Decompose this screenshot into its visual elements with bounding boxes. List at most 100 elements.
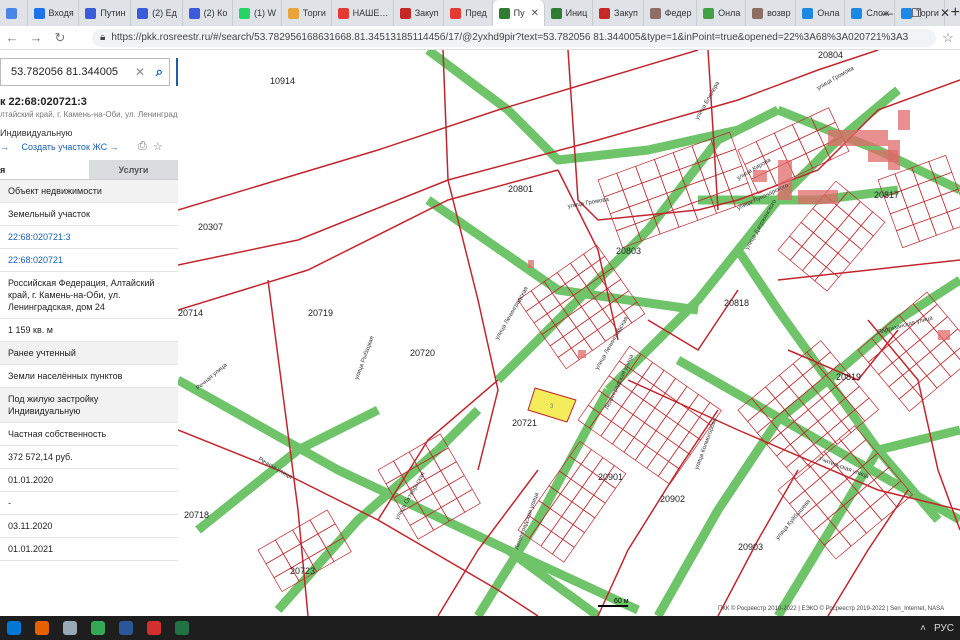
attribute-row: 1 159 кв. м [0,319,178,342]
search-icon[interactable]: ⌕ [156,64,163,80]
attribute-row: Объект недвижимости [0,180,178,203]
parcel-outline [656,438,680,462]
parcel-outline [632,399,656,424]
browser-tab-label: Входя [48,8,74,18]
parcel-outline [549,336,572,358]
attribute-row[interactable]: 22:68:020721:3 [0,226,178,249]
windows-app[interactable] [0,616,28,640]
browser-tab[interactable]: Иниц [545,0,594,26]
word-app[interactable] [112,616,140,640]
quarter-label: 20901 [598,472,623,482]
parcel-outline [926,363,952,389]
clear-icon[interactable]: ✕ [135,65,145,79]
street-band [876,425,960,455]
parcel-outline [550,516,574,540]
attribute-row: Частная собственность [0,423,178,446]
firefox-app[interactable] [28,616,56,640]
parcel-outline [677,408,701,433]
browser-tab[interactable]: Закуп [394,0,445,26]
close-tab-icon[interactable]: ✕ [531,8,539,19]
building-footprint [578,350,586,358]
language-indicator[interactable]: РУС [934,623,954,634]
street-label: улица Громова [567,197,610,210]
parcel-outline [716,148,743,174]
star-icon[interactable]: ☆ [936,30,960,46]
browser-tab[interactable]: Онла [796,0,846,26]
quarter-label: 10914 [270,76,295,86]
parcel-outline [780,138,807,163]
back-icon[interactable]: ← [0,30,24,45]
attribute-row: Земли населённых пунктов [0,365,178,388]
browser-tab[interactable]: Торги [282,0,332,26]
files-app[interactable] [56,616,84,640]
forward-icon[interactable]: → [24,30,48,45]
parcel-outline [889,207,914,232]
tab-services[interactable]: Услуги [89,160,178,179]
parcel-outline [676,385,699,410]
browser-tab[interactable]: (2) Ко [183,0,234,26]
parcel-outline [824,204,850,230]
building-footprint [828,130,888,146]
parcel-outline [755,132,782,157]
parcel-outline [672,202,699,228]
map-copyright: ПКК © Росреестр 2010-2022 | ЕЭКО © Росре… [718,605,944,612]
close-window-icon[interactable]: ✕ [940,6,950,20]
rtc-app[interactable] [140,616,168,640]
tab-favicon-icon [188,7,200,19]
favorite-star-icon[interactable]: ☆ [153,140,163,153]
parcel-outline [646,452,670,477]
minimize-icon[interactable]: — [881,6,893,20]
create-plot-link[interactable]: → Создать участок ЖС → [0,142,119,152]
print-icon[interactable]: ⎙ [138,140,147,153]
cadastral-map[interactable]: 3 10914 20804 20801 20307 20817 20803 20714 207… [178,50,960,616]
browser-tab[interactable]: НАШЕ… [332,0,394,26]
chevron-up-icon[interactable]: ˄ [920,623,926,634]
search-input[interactable]: 53.782056 81.344005 [11,66,118,78]
browser-tab-label: Онла [718,8,741,18]
parcel-outline [798,130,825,155]
parcel-outline [895,327,921,352]
excel-app[interactable] [168,616,196,640]
parcel-outline [900,184,925,209]
browser-tab[interactable]: возвр [746,0,797,26]
quarter-boundary [178,169,559,311]
tab-favicon-icon [337,7,349,19]
browser-tab[interactable]: Онла [697,0,747,26]
maximize-icon[interactable]: ☐ [911,6,922,20]
rtc-icon [147,621,161,635]
quarter-label: 20804 [818,50,843,60]
attribute-row[interactable]: 22:68:020721 [0,249,178,272]
parcel-outline [551,538,575,563]
search-box[interactable]: 53.782056 81.344005 ✕ ⌕ [0,58,170,86]
windows-icon [7,621,21,635]
parcel-outline [837,238,863,265]
browser-tab[interactable]: Закуп [593,0,644,26]
parcel-outline [575,317,598,340]
system-tray: ˄ РУС [920,616,954,640]
browser-tab[interactable]: Путин [79,0,132,26]
browser-tab[interactable]: Пу ✕ [492,0,545,26]
parcel-outline [665,400,689,425]
parcel-outline [765,374,790,399]
building-footprint [898,110,910,130]
browser-tab[interactable] [0,0,28,26]
browser-tab[interactable]: Входя [28,0,80,26]
tab-info[interactable]: я [0,160,89,179]
info-panel: 53.782056 81.344005 ✕ ⌕ ❮ к 22:68:020721… [0,50,196,616]
scale-label: 60 м [614,598,629,605]
browser-tab-label: (1) W [254,8,277,18]
parcel-outline [583,329,606,351]
browser-tab[interactable]: (1) W [233,0,282,26]
browser-tab[interactable]: (2) Ед [131,0,183,26]
browser-tab-label: Закуп [614,8,638,18]
parcel-outline [641,175,668,201]
map-canvas[interactable]: 3 10914208042080120307208172080320714 207… [178,50,960,616]
browser-tab-label: Федер [664,8,692,18]
tab-favicon-icon [33,7,45,19]
browser-tab[interactable]: Федер [644,0,698,26]
url-field[interactable]: 🔒︎ https://pkk.rosreestr.ru/#/search/53.… [92,28,936,47]
chrome-app[interactable] [84,616,112,640]
tab-favicon-icon [399,7,411,19]
browser-tab[interactable]: Пред [444,0,493,26]
reload-icon[interactable]: ↻ [48,30,72,46]
